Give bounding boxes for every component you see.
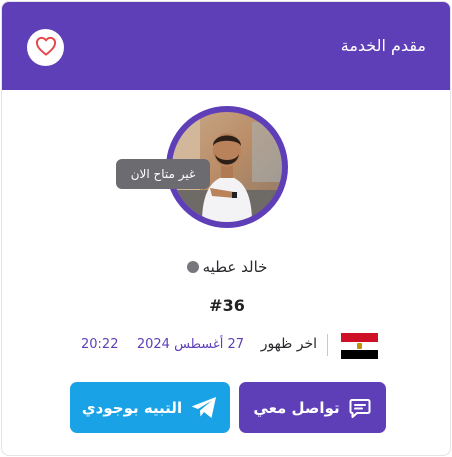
provider-rank: #36 xyxy=(209,296,245,315)
last-seen-date: 27 أغسطس 2024 xyxy=(136,337,244,352)
favorite-button[interactable] xyxy=(27,29,64,66)
notify-button[interactable]: التبيه بوجودي xyxy=(70,382,230,433)
availability-tag: غير متاح الان xyxy=(116,159,210,189)
service-provider-card: مقدم الخدمة غير متاح الان خالد عطيه #36 … xyxy=(1,1,451,456)
provider-name-row: خالد عطيه xyxy=(2,258,450,276)
egypt-flag-icon xyxy=(341,333,378,360)
contact-button-label: تواصل معي xyxy=(253,398,340,417)
last-seen-label: اخر ظهور xyxy=(260,336,317,352)
card-header: مقدم الخدمة xyxy=(2,2,450,90)
notify-button-label: التبيه بوجودي xyxy=(81,398,183,417)
last-seen-row: اخر ظهور 27 أغسطس 2024 20:22 xyxy=(72,332,378,360)
provider-name: خالد عطيه xyxy=(202,258,268,276)
chat-icon xyxy=(348,396,372,420)
contact-button[interactable]: تواصل معي xyxy=(239,382,386,433)
last-seen-time: 20:22 xyxy=(81,337,119,352)
header-title: مقدم الخدمة xyxy=(340,36,426,55)
divider xyxy=(327,334,328,356)
telegram-icon xyxy=(190,396,218,420)
heart-icon xyxy=(35,36,57,59)
status-dot xyxy=(186,261,199,273)
